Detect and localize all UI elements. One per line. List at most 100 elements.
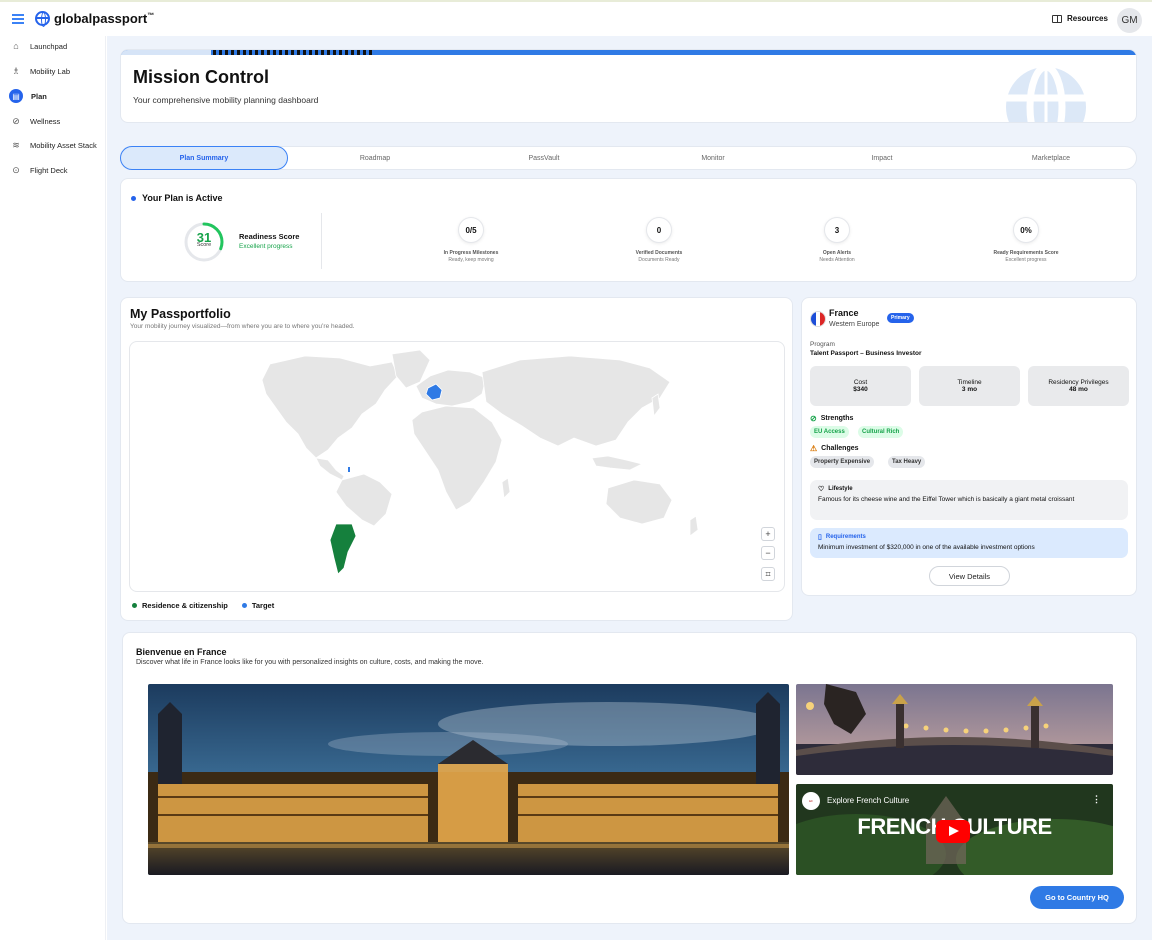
reset-view-button[interactable]: ⌗	[761, 567, 775, 581]
tab-monitor[interactable]: Monitor	[629, 147, 797, 169]
globe-watermark-icon	[1006, 63, 1086, 122]
country-region: Western Europe	[829, 321, 880, 328]
avatar[interactable]: GM	[1117, 8, 1142, 33]
view-details-button[interactable]: View Details	[929, 566, 1010, 586]
go-to-country-hq-button[interactable]: Go to Country HQ	[1030, 886, 1124, 909]
map-argentina	[329, 523, 357, 575]
stat-alerts: 3 Open Alerts Needs Attention	[767, 217, 907, 263]
pont-alexandre-photo	[796, 684, 1113, 775]
map-new-zealand	[689, 515, 699, 537]
challenges-label: Challenges	[821, 445, 859, 452]
clipboard-icon: ▤	[9, 89, 23, 103]
metric-residency: Residency Privileges 48 mo	[1028, 366, 1129, 406]
video-title: Explore French Culture	[827, 796, 910, 805]
strengths-heading: ⊘ Strengths	[810, 414, 853, 423]
stat-label: In Progress Milestones	[443, 250, 499, 256]
legend-item-residence: Residence & citizenship	[132, 601, 228, 610]
stat-requirements: 0% Ready Requirements Score Excellent pr…	[956, 217, 1096, 263]
map-north-america	[261, 355, 399, 459]
sidebar-item-launchpad[interactable]: ⌂ Launchpad	[10, 38, 67, 54]
sidebar-item-label: Flight Deck	[30, 165, 68, 175]
lifestyle-label: Lifestyle	[828, 486, 853, 492]
plan-status-title: Your Plan is Active	[131, 193, 223, 203]
metric-label: Residency Privileges	[1048, 379, 1109, 386]
tab-plan-summary[interactable]: Plan Summary	[120, 146, 288, 170]
passportfolio-card: My Passportfolio Your mobility journey v…	[120, 297, 793, 621]
stat-label: Verified Documents	[635, 250, 683, 256]
legend-label: Residence & citizenship	[142, 601, 228, 610]
french-culture-video[interactable]: EF Explore French Culture ⋮ FRENCH CULTU…	[796, 784, 1113, 875]
resources-link[interactable]: Resources	[1052, 14, 1108, 23]
play-icon[interactable]	[936, 820, 970, 843]
stat-value: 0	[646, 217, 672, 243]
globe-icon	[35, 11, 50, 27]
sidebar-item-label: Mobility Asset Stack	[30, 140, 97, 150]
tab-impact[interactable]: Impact	[798, 147, 966, 169]
metric-label: Cost	[853, 379, 868, 386]
sidebar-item-label: Wellness	[30, 116, 61, 126]
mission-control-header: Mission Control Your comprehensive mobil…	[120, 49, 1137, 123]
metric-value: 3 mo	[961, 386, 978, 393]
map-africa	[411, 405, 503, 511]
strength-tag: Cultural Rich	[858, 426, 904, 438]
flask-icon: ♗	[11, 65, 21, 76]
tab-bar: Plan Summary Roadmap PassVault Monitor I…	[120, 146, 1137, 170]
lifestyle-box: ♡ Lifestyle Famous for its cheese wine a…	[810, 480, 1128, 520]
requirements-text: Minimum investment of $320,000 in one of…	[818, 544, 1035, 551]
stat-sub: Ready, keep moving	[448, 257, 494, 263]
sidebar-item-mobility-asset-stack[interactable]: ≋ Mobility Asset Stack	[10, 137, 97, 153]
map-japan	[651, 393, 661, 418]
sidebar-item-flight-deck[interactable]: ⊙ Flight Deck	[10, 162, 68, 178]
check-circle-icon: ⊘	[810, 414, 817, 423]
map-marker	[348, 467, 350, 472]
map-indonesia	[591, 455, 644, 471]
header-accent-bar-start	[121, 50, 211, 55]
lifestyle-text: Famous for its cheese wine and the Eiffe…	[818, 496, 1075, 503]
logo-text: globalpassport™	[54, 11, 155, 26]
sidebar-item-plan[interactable]: ▤ Plan	[9, 88, 47, 104]
tab-marketplace[interactable]: Marketplace	[967, 147, 1135, 169]
country-card-france: France Western Europe Primary Program Ta…	[801, 297, 1137, 596]
zoom-in-button[interactable]: +	[761, 527, 775, 541]
stat-value: 3	[824, 217, 850, 243]
requirements-heading: ▯ Requirements	[818, 533, 1120, 541]
metric-timeline: Timeline 3 mo	[919, 366, 1020, 406]
strengths-label: Strengths	[820, 415, 854, 422]
compass-icon: ⊘	[12, 115, 20, 126]
page-subtitle: Your comprehensive mobility planning das…	[133, 95, 319, 105]
tab-passvault[interactable]: PassVault	[460, 147, 628, 169]
readiness-score-status: Excellent progress	[239, 243, 293, 250]
primary-badge: Primary	[887, 313, 914, 323]
challenge-tag: Property Expensive	[810, 456, 875, 468]
world-map[interactable]: + − ⌗	[129, 341, 785, 592]
legend-dot	[132, 603, 137, 608]
tab-roadmap[interactable]: Roadmap	[291, 147, 459, 169]
sidebar-item-label: Plan	[31, 91, 47, 101]
legend-item-target: Target	[241, 601, 274, 610]
book-icon	[1052, 14, 1062, 23]
stat-documents: 0 Verified Documents Documents Ready	[589, 217, 729, 263]
sidebar-item-mobility-lab[interactable]: ♗ Mobility Lab	[10, 63, 70, 79]
program-value: Talent Passport – Business Investor	[810, 350, 922, 357]
sidebar: ⌂ Launchpad ♗ Mobility Lab ▤ Plan ⊘ Well…	[0, 36, 106, 940]
logo[interactable]: globalpassport™	[35, 11, 155, 27]
stat-sub: Needs Attention	[819, 257, 855, 263]
stat-label: Ready Requirements Score	[993, 250, 1059, 256]
resources-label: Resources	[1067, 14, 1108, 23]
sidebar-item-wellness[interactable]: ⊘ Wellness	[10, 113, 60, 129]
divider	[321, 213, 322, 269]
zoom-out-button[interactable]: −	[761, 546, 775, 560]
map-australia	[605, 479, 673, 525]
home-icon: ⌂	[13, 41, 19, 51]
welcome-title: Bienvenue en France	[136, 647, 227, 657]
legend-dot	[241, 603, 247, 608]
menu-icon[interactable]	[12, 14, 24, 24]
stat-label: Open Alerts	[822, 250, 852, 256]
header-accent-stripes	[213, 50, 373, 55]
metric-value: 48 mo	[1069, 386, 1088, 393]
more-options-icon[interactable]: ⋮	[1092, 794, 1101, 805]
sidebar-item-label: Launchpad	[30, 41, 68, 51]
map-madagascar	[501, 477, 511, 499]
requirements-label: Requirements	[825, 534, 866, 540]
layers-icon: ≋	[12, 139, 20, 150]
